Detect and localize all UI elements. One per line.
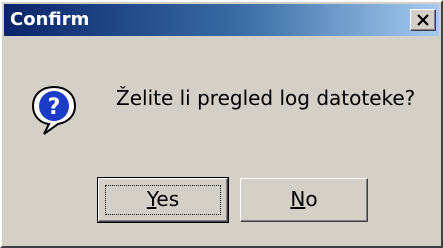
dialog-message: Želite li pregled log datoteke? bbox=[116, 86, 416, 110]
no-button[interactable]: No bbox=[240, 178, 368, 222]
close-icon bbox=[417, 14, 429, 26]
svg-text:?: ? bbox=[48, 95, 61, 120]
yes-button-label: Yes bbox=[146, 187, 180, 211]
confirm-dialog: Confirm ? Želite li pregled log datoteke… bbox=[0, 0, 443, 248]
yes-button[interactable]: Yes bbox=[97, 177, 229, 223]
close-button[interactable] bbox=[410, 9, 436, 31]
title-bar[interactable]: Confirm bbox=[4, 4, 439, 36]
dialog-title: Confirm bbox=[10, 9, 90, 30]
question-icon: ? bbox=[31, 85, 77, 135]
no-button-label: No bbox=[290, 187, 318, 211]
